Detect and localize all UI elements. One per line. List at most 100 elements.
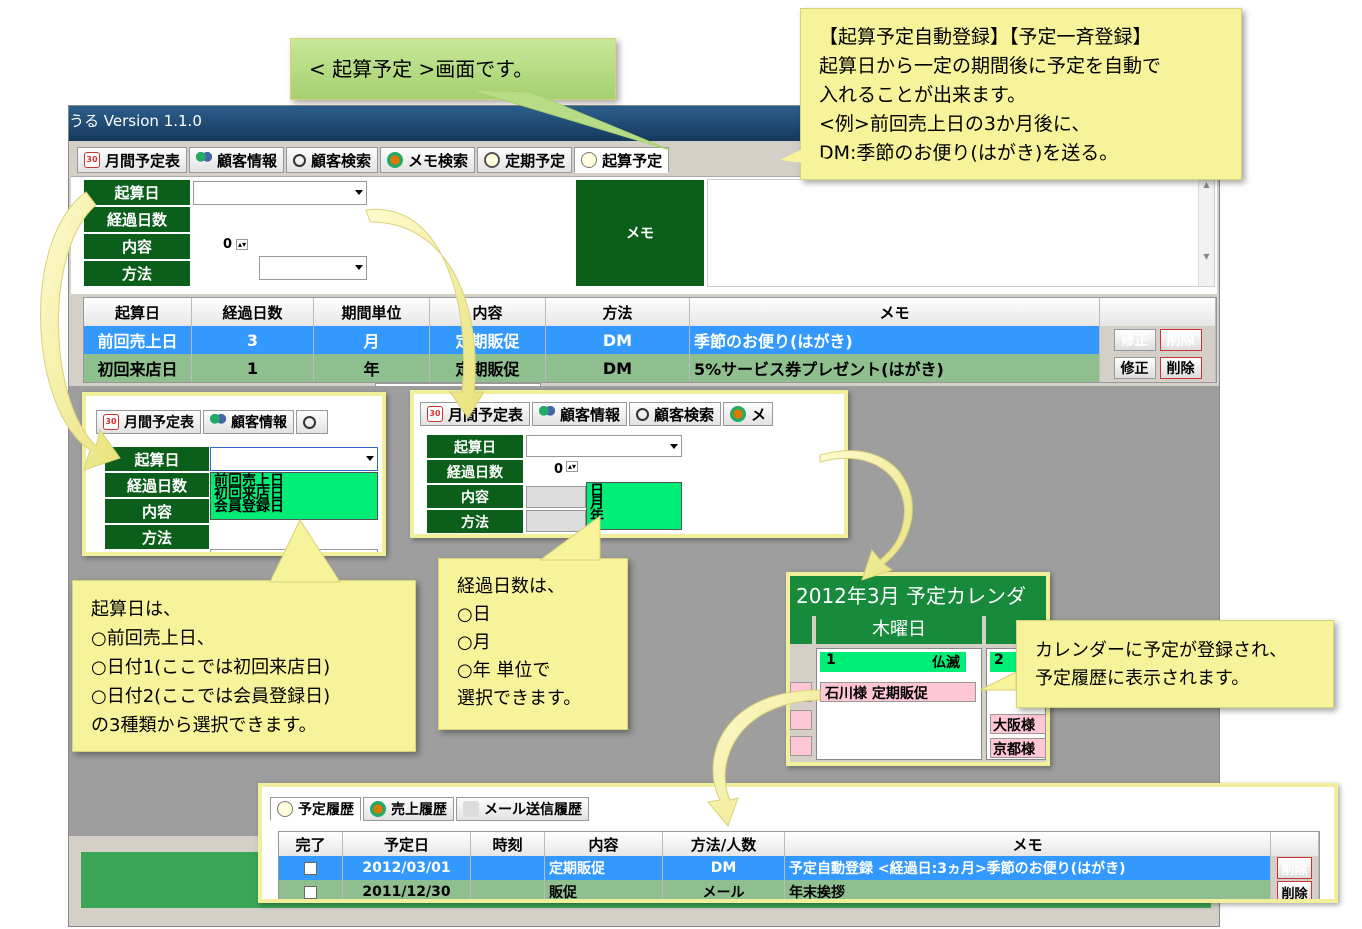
inset-elapsed-days: 30 月間予定表 顧客情報 顧客検索 メ 起算日 経過日数 0 ▴▾ 内容 方法 … — [410, 390, 848, 538]
history-grid: 完了 予定日 時刻 内容 方法/人数 メモ 2012/03/01 定期販促 DM… — [278, 831, 1320, 899]
method-select[interactable] — [210, 549, 378, 552]
start-day-select[interactable] — [210, 447, 378, 471]
calendar-event[interactable]: 京都様 — [990, 738, 1046, 758]
calendar-icon: 30 — [103, 414, 119, 430]
people-icon — [196, 152, 213, 168]
start-day-options: 前回売上日 初回来店日 会員登録日 — [210, 472, 378, 520]
content-select[interactable] — [526, 486, 586, 508]
start-day-select[interactable] — [526, 435, 682, 457]
window-title: うる Version 1.1.0 — [69, 112, 202, 130]
header-memo: メモ — [690, 298, 1100, 326]
calendar-event[interactable]: 大阪様 — [990, 714, 1046, 734]
period-unit-select[interactable] — [259, 256, 367, 280]
spinner-icon[interactable]: ▴▾ — [236, 238, 249, 250]
option-member-registration[interactable]: 会員登録日 — [214, 500, 374, 514]
content-label: 内容 — [83, 233, 191, 260]
tab-regular-schedule[interactable]: 定期予定 — [477, 147, 573, 173]
memo-label: メモ — [575, 179, 705, 287]
day-number: 1 — [826, 652, 836, 668]
header-content: 内容 — [430, 298, 546, 326]
schedule-form: 起算日 経過日数 0▴▾ 内容 方法 ✚追加 メモ ▲▼ — [71, 176, 1217, 407]
delete-button[interactable]: 削除 — [1277, 881, 1312, 899]
delete-button[interactable]: 削除 — [1159, 329, 1202, 351]
table-row[interactable]: 前回売上日 3 月 定期販促 DM 季節のお便り(はがき) 修正 削除 — [84, 326, 1216, 354]
start-day-select[interactable] — [193, 181, 367, 205]
memo-icon — [387, 152, 404, 168]
calendar-icon: 30 — [427, 406, 443, 422]
period-unit-options: 日 月 年 — [586, 482, 682, 530]
elapsed-days-label: 経過日数 — [426, 459, 524, 484]
calendar-icon: 30 — [84, 152, 100, 168]
content-label: 内容 — [104, 498, 210, 524]
tab-memo-search[interactable]: メモ検索 — [380, 147, 476, 173]
search-icon — [636, 407, 650, 421]
elapsed-days-label: 経過日数 — [83, 206, 191, 233]
search-icon — [293, 153, 307, 167]
schedule-icon — [581, 152, 598, 168]
calendar-inset: 2012年3月 予定カレンダー 木曜日 1仏滅 石川様 定期販促 2 大阪様 京… — [786, 572, 1050, 766]
calendar-event[interactable]: 石川様 定期販促 — [820, 682, 976, 702]
tab-monthly-schedule[interactable]: 30 月間予定表 — [420, 402, 531, 426]
delete-button[interactable]: 削除 — [1159, 357, 1202, 379]
inset-start-day: 30 月間予定表 顧客情報 起算日 経過日数 内容 方法 前回売上日 初回来店日 … — [82, 392, 386, 556]
tab-customer-search[interactable]: 顧客検索 — [286, 147, 379, 173]
header-days: 経過日数 — [192, 298, 314, 326]
clock-icon — [484, 152, 501, 168]
spinner-icon[interactable]: ▴▾ — [566, 461, 579, 472]
tab-customer-info[interactable]: 顧客情報 — [203, 410, 294, 434]
search-icon — [303, 415, 316, 429]
tab-sales-history[interactable]: 売上履歴 — [363, 797, 454, 821]
tab-customer-search[interactable]: 顧客検索 — [629, 402, 722, 426]
table-row[interactable]: 2012/03/01 定期販促 DM 予定自動登録 <経過日:3ヵ月>季節のお便… — [279, 856, 1319, 880]
table-row[interactable]: 初回来店日 1 年 定期販促 DM 5%サービス券プレゼント(はがき) 修正 削… — [84, 354, 1216, 382]
method-label: 方法 — [83, 260, 191, 287]
callout-start-day: 起算日は、 ○前回売上日、 ○日付1(ここでは初回来店日) ○日付2(ここでは会… — [72, 580, 416, 752]
tab-mail-history[interactable]: メール送信履歴 — [456, 797, 589, 821]
table-row[interactable]: 2011/12/30 販促 メール 年末挨拶 削除 — [279, 880, 1319, 899]
money-bag-icon — [370, 801, 386, 817]
people-icon — [539, 406, 556, 422]
delete-button[interactable]: 削除 — [1277, 857, 1312, 879]
tab-customer-search[interactable] — [296, 410, 328, 434]
day-rokuyo: 仏滅 — [932, 655, 960, 671]
elapsed-days-label: 経過日数 — [104, 472, 210, 498]
mail-icon — [463, 801, 479, 817]
elapsed-days-input[interactable]: 0 ▴▾ — [193, 232, 257, 256]
start-day-label: 起算日 — [83, 179, 191, 206]
callout-screen: < 起算予定 >画面です。 — [290, 38, 616, 100]
method-label: 方法 — [104, 524, 210, 550]
tab-monthly-schedule[interactable]: 30 月間予定表 — [77, 147, 188, 173]
method-label: 方法 — [426, 509, 524, 534]
header-method: 方法 — [546, 298, 690, 326]
complete-checkbox[interactable] — [304, 885, 317, 899]
header-start: 起算日 — [84, 298, 192, 326]
complete-checkbox[interactable] — [304, 861, 317, 875]
schedule-grid: 起算日 経過日数 期間単位 内容 方法 メモ 前回売上日 3 月 定期販促 DM… — [83, 297, 1217, 383]
edit-button[interactable]: 修正 — [1113, 357, 1156, 379]
tab-memo-search[interactable]: メ — [723, 402, 774, 426]
callout-auto-registration: 【起算予定自動登録】【予定一斉登録】 起算日から一定の期間後に予定を自動で 入れ… — [800, 8, 1242, 180]
method-select[interactable] — [526, 510, 586, 532]
main-tabs: 30 月間予定表 顧客情報 顧客検索 メモ検索 定期予定 起算予定 — [77, 147, 670, 173]
callout-elapsed-days: 経過日数は、 ○日 ○月 ○年 単位で 選択できます。 — [438, 558, 628, 730]
start-day-label: 起算日 — [104, 446, 210, 472]
tab-monthly-schedule[interactable]: 30 月間予定表 — [96, 410, 201, 434]
tab-schedule-history[interactable]: 予定履歴 — [270, 797, 361, 821]
tab-customer-info[interactable]: 顧客情報 — [532, 402, 628, 426]
tab-start-schedule[interactable]: 起算予定 — [574, 147, 670, 173]
option-year[interactable]: 年 — [590, 510, 678, 524]
schedule-icon — [277, 801, 293, 817]
elapsed-days-input[interactable]: 0 — [554, 462, 563, 477]
people-icon — [210, 414, 226, 430]
edit-button[interactable]: 修正 — [1113, 329, 1156, 351]
history-inset: 予定履歴 売上履歴 メール送信履歴 完了 予定日 時刻 内容 方法/人数 メモ … — [258, 783, 1338, 903]
start-day-label: 起算日 — [426, 434, 524, 459]
memo-textarea[interactable]: ▲ ▼ — [707, 179, 1215, 287]
callout-calendar: カレンダーに予定が登録され、 予定履歴に表示されます。 — [1016, 620, 1334, 708]
tab-customer-info[interactable]: 顧客情報 — [189, 147, 285, 173]
memo-scrollbar[interactable]: ▲ ▼ — [1198, 180, 1214, 286]
header-unit: 期間単位 — [314, 298, 430, 326]
content-label: 内容 — [426, 484, 524, 509]
memo-icon — [730, 406, 747, 422]
grid-header: 起算日 経過日数 期間単位 内容 方法 メモ — [84, 298, 1216, 326]
